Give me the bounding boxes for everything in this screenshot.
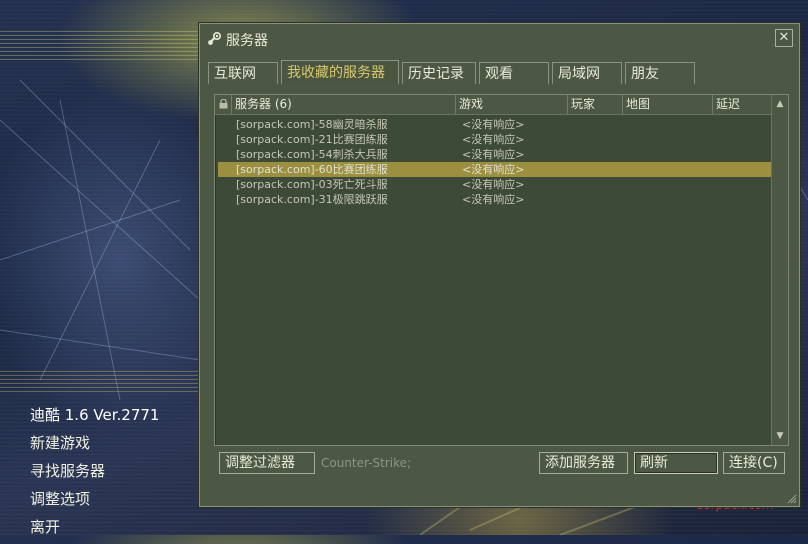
vertical-scrollbar[interactable]: ▲ ▼: [771, 95, 788, 445]
menu-options[interactable]: 调整选项: [30, 488, 159, 516]
lock-icon: [219, 99, 228, 109]
steam-icon: [208, 31, 222, 45]
server-game: <没有响应>: [462, 148, 525, 161]
main-menu: 迪酷 1.6 Ver.2771 新建游戏 寻找服务器 调整选项 离开: [30, 404, 159, 544]
server-game: <没有响应>: [462, 178, 525, 191]
header-game[interactable]: 游戏: [456, 95, 568, 114]
tab-lan[interactable]: 局域网: [552, 62, 622, 84]
menu-new-game[interactable]: 新建游戏: [30, 432, 159, 460]
filter-button[interactable]: 调整过滤器: [219, 452, 315, 474]
table-row-selected[interactable]: [sorpack.com]-60比赛团练服 <没有响应>: [218, 162, 771, 177]
server-game: <没有响应>: [462, 118, 525, 131]
scroll-down-icon[interactable]: ▼: [772, 428, 788, 444]
table-row[interactable]: [sorpack.com]-54刺杀大兵服 <没有响应>: [218, 147, 771, 162]
resize-grip-icon[interactable]: [787, 494, 797, 504]
connect-button[interactable]: 连接(C): [723, 452, 785, 474]
header-players[interactable]: 玩家: [568, 95, 623, 114]
server-rows: [sorpack.com]-58幽灵暗杀服 <没有响应> [sorpack.co…: [218, 117, 771, 207]
server-name: [sorpack.com]-54刺杀大兵服: [236, 148, 388, 161]
server-game: <没有响应>: [462, 133, 525, 146]
tab-history[interactable]: 历史记录: [402, 62, 476, 84]
menu-find-servers[interactable]: 寻找服务器: [30, 460, 159, 488]
tab-spectate[interactable]: 观看: [479, 62, 549, 84]
header-latency[interactable]: 延迟: [713, 95, 771, 114]
tab-friends[interactable]: 朋友: [625, 62, 695, 84]
server-list-panel: 服务器 (6) 游戏 玩家 地图 延迟 [sorpack.com]-58幽灵暗杀…: [214, 94, 789, 446]
menu-version-label: 迪酷 1.6 Ver.2771: [30, 406, 160, 424]
table-row[interactable]: [sorpack.com]-21比赛团练服 <没有响应>: [218, 132, 771, 147]
table-row[interactable]: [sorpack.com]-31极限跳跃服 <没有响应>: [218, 192, 771, 207]
server-game: <没有响应>: [462, 163, 525, 176]
menu-quit[interactable]: 离开: [30, 516, 159, 544]
header-server[interactable]: 服务器 (6): [232, 95, 456, 114]
server-game: <没有响应>: [462, 193, 525, 206]
tab-internet[interactable]: 互联网: [208, 62, 278, 84]
table-row[interactable]: [sorpack.com]-03死亡死斗服 <没有响应>: [218, 177, 771, 192]
window-titlebar[interactable]: 服务器 ✕: [200, 24, 799, 54]
filter-status: Counter-Strike;: [321, 456, 412, 470]
table-header: 服务器 (6) 游戏 玩家 地图 延迟: [215, 95, 771, 115]
refresh-button[interactable]: 刷新: [634, 452, 718, 474]
window-title: 服务器: [226, 33, 268, 49]
server-name: [sorpack.com]-21比赛团练服: [236, 133, 388, 146]
server-name: [sorpack.com]-31极限跳跃服: [236, 193, 388, 206]
close-button[interactable]: ✕: [775, 29, 793, 47]
header-map[interactable]: 地图: [623, 95, 713, 114]
scroll-up-icon[interactable]: ▲: [772, 96, 788, 112]
table-row[interactable]: [sorpack.com]-58幽灵暗杀服 <没有响应>: [218, 117, 771, 132]
tab-favorites[interactable]: 我收藏的服务器: [281, 60, 399, 84]
server-name: [sorpack.com]-03死亡死斗服: [236, 178, 388, 191]
close-icon: ✕: [778, 30, 790, 45]
server-name: [sorpack.com]-60比赛团练服: [236, 163, 388, 176]
add-server-button[interactable]: 添加服务器: [539, 452, 628, 474]
server-name: [sorpack.com]-58幽灵暗杀服: [236, 118, 388, 131]
header-lock-column[interactable]: [215, 95, 232, 114]
servers-window: 服务器 ✕ 互联网 我收藏的服务器 历史记录 观看 局域网 朋友 服务器 (6)…: [199, 23, 800, 507]
